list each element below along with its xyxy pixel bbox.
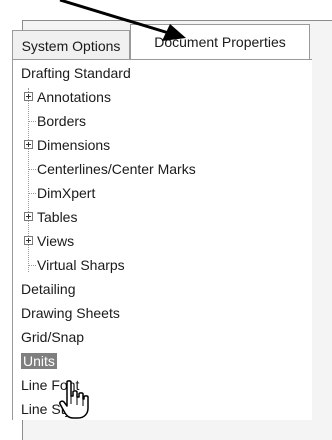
tree-item-detailing[interactable]: Detailing xyxy=(21,278,75,300)
tree-branch-line xyxy=(29,121,36,122)
tree-item-grid-snap[interactable]: Grid/Snap xyxy=(21,326,84,348)
plus-box-icon[interactable] xyxy=(24,236,33,245)
tree-item-label: Borders xyxy=(37,113,87,129)
tree-item-label: Grid/Snap xyxy=(21,329,85,345)
tree-item-label: Detailing xyxy=(21,281,76,297)
options-tree: Drafting Standard Annotations Borders Di… xyxy=(12,59,312,420)
tree-branch-line xyxy=(29,193,36,194)
tree-item-label: Virtual Sharps xyxy=(37,257,125,273)
plus-box-icon[interactable] xyxy=(24,212,33,221)
tree-branch-line xyxy=(29,169,36,170)
tree-item-label: Centerlines/Center Marks xyxy=(37,161,196,177)
tree-item-drafting-standard[interactable]: Drafting Standard xyxy=(21,62,131,84)
callout-arrow-icon xyxy=(59,0,186,41)
plus-box-icon[interactable] xyxy=(24,92,33,101)
tree-item-label: Annotations xyxy=(37,89,111,105)
tree-item-label: DimXpert xyxy=(37,185,96,201)
tree-item-label-selected: Units xyxy=(21,353,57,369)
tree-item-label: Drawing Sheets xyxy=(21,305,120,321)
tree-item-drawing-sheets[interactable]: Drawing Sheets xyxy=(21,302,120,324)
tree-item-label: Dimensions xyxy=(37,137,111,153)
tree-item-label: Views xyxy=(37,233,75,249)
tree-item-label: Tables xyxy=(37,209,78,225)
tree-item-units[interactable]: Units xyxy=(21,350,57,372)
hand-pointer-icon xyxy=(59,380,89,419)
tree-branch-line xyxy=(29,265,36,266)
tree-item-label: Drafting Standard xyxy=(21,65,131,81)
plus-box-icon[interactable] xyxy=(24,140,33,149)
